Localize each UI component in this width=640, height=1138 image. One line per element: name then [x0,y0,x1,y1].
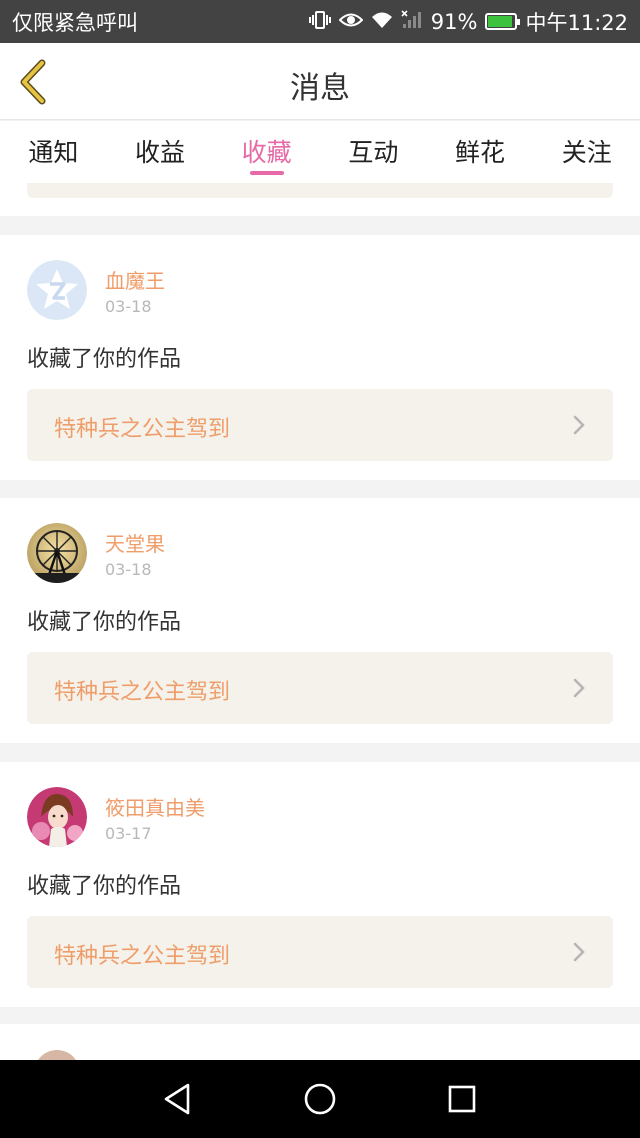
favorite-card: 血魔王 03-18 收藏了你的作品 特种兵之公主驾到 [0,235,640,480]
title-bar: 消息 [0,43,640,120]
chevron-right-icon [573,942,585,962]
tab-label: 鲜花 [455,138,506,167]
username[interactable]: 天堂果 [105,528,165,557]
status-icons: 91% 中午11:22 [308,7,628,37]
carrier-text: 仅限紧急呼叫 [12,10,138,35]
partial-card-bottom [0,1024,640,1080]
work-title: 特种兵之公主驾到 [54,417,231,442]
tab-following[interactable]: 关注 [533,121,640,183]
work-link[interactable]: 特种兵之公主驾到 [27,652,613,724]
work-title: 特种兵之公主驾到 [54,944,231,969]
tab-label: 收益 [135,138,186,167]
vibrate-icon [308,10,331,34]
battery-level [488,16,513,27]
favorite-card: 筱田真由美 03-17 收藏了你的作品 特种兵之公主驾到 [0,762,640,1007]
message-text: 收藏了你的作品 [27,610,182,635]
active-tab-indicator [249,171,284,175]
date: 03-18 [105,560,152,579]
recents-square-icon[interactable] [442,1079,482,1119]
date: 03-17 [105,824,152,843]
tab-label: 互动 [348,138,399,167]
avatar[interactable] [27,260,87,320]
wifi-icon [371,11,393,33]
chevron-right-icon [573,678,585,698]
tab-bar: 通知 收益 收藏 互动 鲜花 关注 [0,121,640,183]
tab-label: 收藏 [241,138,292,167]
message-text: 收藏了你的作品 [27,874,182,899]
chevron-right-icon [573,415,585,435]
tab-interactions[interactable]: 互动 [320,121,427,183]
status-bar: 仅限紧急呼叫 91% 中午11:22 [0,0,640,43]
work-link[interactable]: 特种兵之公主驾到 [27,916,613,988]
clock: 中午11:22 [525,10,628,35]
back-triangle-icon[interactable] [158,1079,198,1119]
tab-earnings[interactable]: 收益 [107,121,214,183]
system-navigation-bar [0,1060,640,1138]
eye-icon [338,11,364,33]
username[interactable]: 血魔王 [105,265,165,294]
work-link[interactable]: 特种兵之公主驾到 [27,389,613,461]
page-title: 消息 [290,71,350,106]
message-text: 收藏了你的作品 [27,347,182,372]
favorite-card: 天堂果 03-18 收藏了你的作品 特种兵之公主驾到 [0,498,640,743]
username[interactable]: 筱田真由美 [105,792,205,821]
partial-card-top [0,183,640,216]
qq-default-avatar [27,260,87,320]
tab-label: 通知 [28,138,79,167]
date: 03-18 [105,297,152,316]
home-circle-icon[interactable] [300,1079,340,1119]
battery-percent: 91% [430,9,478,34]
partial-work-row[interactable] [27,183,613,198]
tab-notifications[interactable]: 通知 [0,121,107,183]
signal-icon [401,9,423,34]
battery-icon [485,13,521,30]
tab-favorites[interactable]: 收藏 [213,121,320,183]
anime-girl-avatar [27,787,87,847]
avatar[interactable] [27,523,87,583]
avatar[interactable] [27,787,87,847]
tab-flowers[interactable]: 鲜花 [427,121,534,183]
work-title: 特种兵之公主驾到 [54,680,231,705]
ferris-wheel-avatar [27,523,87,583]
tab-label: 关注 [561,138,612,167]
